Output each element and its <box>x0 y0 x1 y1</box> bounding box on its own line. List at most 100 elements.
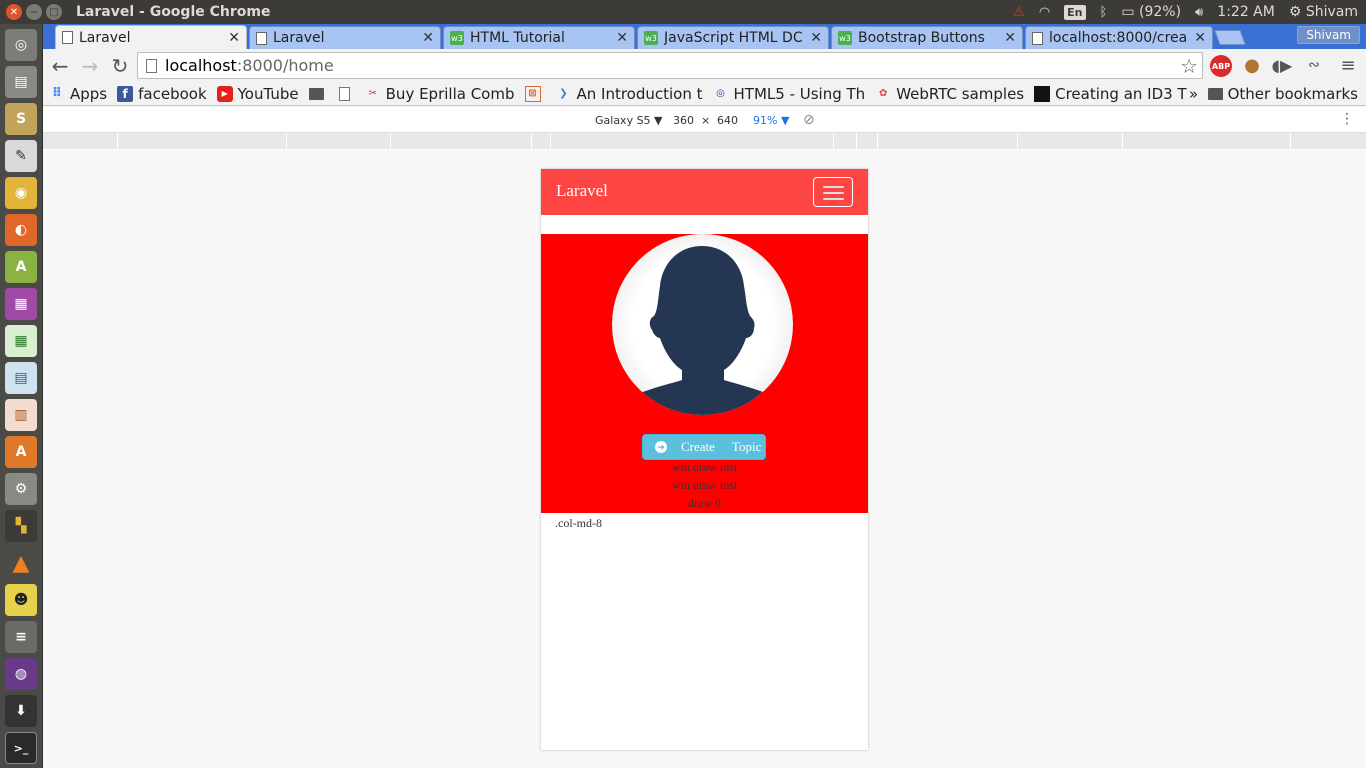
presentation-icon[interactable]: ▥ <box>5 399 37 431</box>
address-bar[interactable]: localhost:8000/home ☆ <box>137 52 1203 79</box>
hamburger-bar <box>823 192 844 194</box>
bookmark-label: Buy Eprilla Comb <box>385 84 515 103</box>
bookmark-apps[interactable]: ⠿ Apps <box>49 85 107 103</box>
ruler-segment[interactable] <box>287 133 391 150</box>
ruler-segment[interactable] <box>391 133 532 150</box>
bookmark-id3[interactable]: Creating an ID3 T <box>1034 85 1187 103</box>
window-close-button[interactable]: ✕ <box>6 4 22 20</box>
more-options-icon[interactable]: ⋮ <box>1340 111 1354 127</box>
device-width-input[interactable]: 360 <box>673 114 694 127</box>
star-icon[interactable]: ☆ <box>1180 54 1198 78</box>
bookmark-xampp[interactable]: ⊠ <box>524 85 546 102</box>
volume-icon[interactable]: 🔊︎ <box>1195 5 1203 20</box>
new-tab-button[interactable] <box>1214 30 1246 45</box>
warning-icon[interactable]: ⚠ <box>1013 5 1025 20</box>
back-arrow-icon[interactable]: ← <box>45 54 75 78</box>
android-studio-icon[interactable]: A <box>5 251 37 283</box>
battery-percent: (92%) <box>1139 4 1182 20</box>
reload-icon[interactable]: ↻ <box>105 54 135 78</box>
device-emulation-toolbar: Galaxy S5 ▼ 360 × 640 91% ▼ ⊘ ⋮ <box>43 107 1366 133</box>
files-icon[interactable]: ▤ <box>5 66 37 98</box>
tab-title: Laravel <box>79 29 131 46</box>
adblock-icon[interactable]: ABP <box>1210 55 1232 77</box>
workspaces-icon[interactable]: ▚ <box>5 510 37 542</box>
bookmark-html5[interactable]: ◎ HTML5 - Using Th <box>713 84 866 103</box>
settings-icon[interactable]: ⚙ <box>5 473 37 505</box>
media-app-icon[interactable]: ▦ <box>5 288 37 320</box>
firefox-icon[interactable]: ◐ <box>5 214 37 246</box>
game-icon[interactable]: ☻ <box>5 584 37 616</box>
window-minimize-button[interactable]: − <box>26 4 42 20</box>
document-icon[interactable]: ▤ <box>5 362 37 394</box>
bookmark-webrtc[interactable]: ✿ WebRTC samples <box>875 85 1024 103</box>
forward-arrow-icon[interactable]: → <box>75 54 105 78</box>
dash-icon[interactable]: ◎ <box>5 29 37 61</box>
tab-laravel-active[interactable]: Laravel ✕ <box>55 25 247 49</box>
terminal-icon[interactable]: >_ <box>5 732 37 764</box>
ruler-segment[interactable] <box>834 133 857 150</box>
device-select[interactable]: Galaxy S5 ▼ <box>595 114 663 127</box>
close-icon[interactable]: ✕ <box>810 30 822 46</box>
ruler-segment[interactable] <box>551 133 834 150</box>
hamburger-menu-icon[interactable]: ≡ <box>1336 53 1360 77</box>
ruler-segment[interactable] <box>857 133 878 150</box>
chrome-icon[interactable]: ◉ <box>5 177 37 209</box>
ruler-segment[interactable] <box>1123 133 1291 150</box>
tab-title: HTML Tutorial <box>470 30 565 46</box>
installer-icon[interactable]: ⬇ <box>5 695 37 727</box>
browser-window: Laravel ✕ Laravel ✕ w3 HTML Tutorial ✕ w… <box>43 24 1366 768</box>
window-maximize-button[interactable]: □ <box>46 4 62 20</box>
tab-javascript-html-dom[interactable]: w3 JavaScript HTML DC ✕ <box>637 26 829 49</box>
bookmark-label: Apps <box>70 84 108 103</box>
other-bookmarks[interactable]: Other bookmarks <box>1207 85 1358 103</box>
tab-html-tutorial[interactable]: w3 HTML Tutorial ✕ <box>443 26 635 49</box>
page-icon <box>256 31 267 45</box>
ruler-segment[interactable] <box>878 133 1018 150</box>
clock[interactable]: 1:22 AM <box>1217 4 1275 20</box>
wifi-icon[interactable]: ◠ <box>1039 5 1050 20</box>
bookmark-folder[interactable] <box>308 87 329 100</box>
close-icon[interactable]: ✕ <box>228 30 240 46</box>
cookie-icon[interactable]: ● <box>1240 53 1264 77</box>
software-center-icon[interactable]: A <box>5 436 37 468</box>
tab-bootstrap-buttons[interactable]: w3 Bootstrap Buttons ✕ <box>831 26 1023 49</box>
ruler-segment[interactable] <box>1018 133 1123 150</box>
tab-laravel[interactable]: Laravel ✕ <box>249 26 441 49</box>
bookmarks-overflow-button[interactable]: » <box>1189 85 1198 103</box>
text-editor-icon[interactable]: ✎ <box>5 140 37 172</box>
cast-icon[interactable]: ◖▶ <box>1270 53 1294 77</box>
webrtc-icon: ✿ <box>879 88 888 99</box>
tab-localhost-create[interactable]: localhost:8000/crea ✕ <box>1025 26 1213 49</box>
bluetooth-icon[interactable]: ᛒ <box>1100 5 1108 20</box>
bookmark-eprilla[interactable]: ✂ Buy Eprilla Comb <box>365 84 515 103</box>
bookmark-introduction[interactable]: ❯ An Introduction t <box>556 85 702 103</box>
user-menu[interactable]: ⚙ Shivam <box>1289 4 1358 20</box>
keyboard-layout-indicator[interactable]: En <box>1064 4 1086 20</box>
navbar-toggle-button[interactable] <box>813 177 853 207</box>
device-height-input[interactable]: 640 <box>717 114 738 127</box>
close-icon[interactable]: ✕ <box>616 30 628 46</box>
create-topic-button[interactable]: ➜ Create Topic <box>642 434 766 460</box>
hamburger-bar <box>823 198 844 200</box>
vlc-icon[interactable]: ▲ <box>5 547 37 579</box>
navbar-brand[interactable]: Laravel <box>556 181 608 201</box>
ruler-segment[interactable] <box>532 133 551 150</box>
close-icon[interactable]: ✕ <box>1004 30 1016 46</box>
close-icon[interactable]: ✕ <box>422 30 434 46</box>
zoom-select[interactable]: 91% ▼ <box>753 114 789 127</box>
extension-icon[interactable]: ∾ <box>1302 53 1326 77</box>
profile-button[interactable]: Shivam <box>1297 26 1360 44</box>
manager-icon[interactable]: ≡ <box>5 621 37 653</box>
spreadsheet-icon[interactable]: ▦ <box>5 325 37 357</box>
sublime-icon[interactable]: S <box>5 103 37 135</box>
bookmark-label: HTML5 - Using Th <box>733 84 866 103</box>
bookmark-facebook[interactable]: f facebook <box>117 85 207 103</box>
close-icon[interactable]: ✕ <box>1194 30 1206 46</box>
bookmark-youtube[interactable]: ▶ YouTube <box>216 85 299 103</box>
ruler-segment[interactable] <box>118 133 287 150</box>
rotate-icon[interactable]: ⊘ <box>803 112 815 128</box>
eclipse-icon[interactable]: ◍ <box>5 658 37 690</box>
ruler-segment[interactable] <box>43 133 118 150</box>
battery-indicator[interactable]: ▭ (92%) <box>1121 4 1181 20</box>
bookmark-page[interactable] <box>338 86 355 101</box>
